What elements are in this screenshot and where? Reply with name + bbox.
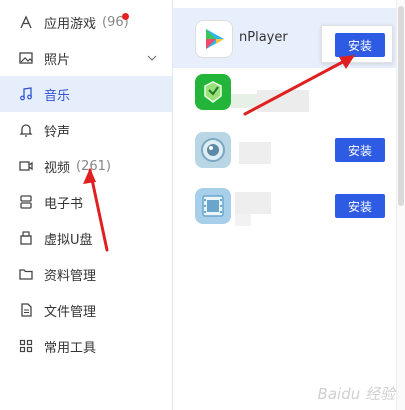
blurred-text — [235, 192, 271, 214]
blurred-text — [257, 90, 309, 112]
bell-icon — [18, 122, 34, 138]
sidebar-item-virtual-usb[interactable]: 虚拟U盘 — [0, 220, 172, 256]
photo-icon — [18, 50, 34, 66]
video-icon — [18, 158, 34, 174]
sidebar-item-data-management[interactable]: 资料管理 — [0, 256, 172, 292]
sidebar-item-ringtones[interactable]: 铃声 — [0, 112, 172, 148]
scrollbar[interactable] — [396, 0, 405, 410]
tools-grid-icon — [18, 338, 34, 354]
blurred-text — [231, 94, 257, 108]
sidebar: 应用游戏 (96) 照片 音乐 铃声 视频 (261) 电子书 虚拟U盘 资料管… — [0, 0, 173, 410]
sidebar-item-label: 照片 — [44, 52, 71, 68]
folder-icon — [18, 266, 34, 282]
sidebar-item-label: 电子书 — [44, 196, 84, 212]
list-item[interactable]: nPlayer 安装 — [173, 8, 397, 68]
app-list-panel: nPlayer 安装 安装 安装 — [173, 0, 405, 410]
list-item[interactable]: 安装 — [173, 120, 397, 180]
usb-drive-icon — [18, 230, 34, 246]
list-item[interactable]: 安装 — [173, 176, 397, 236]
list-item[interactable] — [173, 68, 397, 128]
sidebar-item-count: (261) — [76, 158, 111, 174]
sidebar-item-apps[interactable]: 应用游戏 (96) — [0, 4, 172, 40]
blurred-text — [239, 142, 271, 164]
sidebar-item-photos[interactable]: 照片 — [0, 40, 172, 76]
sidebar-item-label: 应用游戏 — [44, 16, 97, 32]
ebook-icon — [18, 194, 34, 210]
sidebar-item-label: 文件管理 — [44, 304, 97, 320]
nplayer-icon — [195, 20, 233, 58]
chevron-down-icon[interactable] — [146, 52, 158, 64]
sidebar-item-video[interactable]: 视频 (261) — [0, 148, 172, 184]
sidebar-item-label: 铃声 — [44, 124, 71, 140]
notification-badge — [122, 13, 129, 20]
sidebar-item-music[interactable]: 音乐 — [0, 76, 172, 112]
app-name: nPlayer — [239, 30, 288, 45]
film-app-icon — [195, 188, 231, 224]
watermark: Baidu 经验 — [317, 385, 395, 403]
music-icon — [18, 86, 34, 102]
install-button[interactable]: 安装 — [335, 33, 385, 57]
scrollbar-thumb[interactable] — [398, 6, 404, 206]
sidebar-item-file-management[interactable]: 文件管理 — [0, 292, 172, 328]
file-icon — [18, 302, 34, 318]
sidebar-item-ebooks[interactable]: 电子书 — [0, 184, 172, 220]
install-button[interactable]: 安装 — [335, 138, 385, 162]
install-button[interactable]: 安装 — [335, 194, 385, 218]
green-app-icon — [195, 74, 231, 110]
lens-app-icon — [195, 132, 231, 168]
sidebar-item-tools[interactable]: 常用工具 — [0, 328, 172, 364]
sidebar-item-label: 音乐 — [44, 88, 71, 104]
sidebar-item-label: 常用工具 — [44, 340, 97, 356]
apps-icon — [18, 14, 34, 30]
blurred-text — [235, 214, 251, 226]
sidebar-item-label: 资料管理 — [44, 268, 97, 284]
sidebar-item-label: 视频 — [44, 160, 71, 176]
sidebar-item-label: 虚拟U盘 — [44, 232, 93, 248]
